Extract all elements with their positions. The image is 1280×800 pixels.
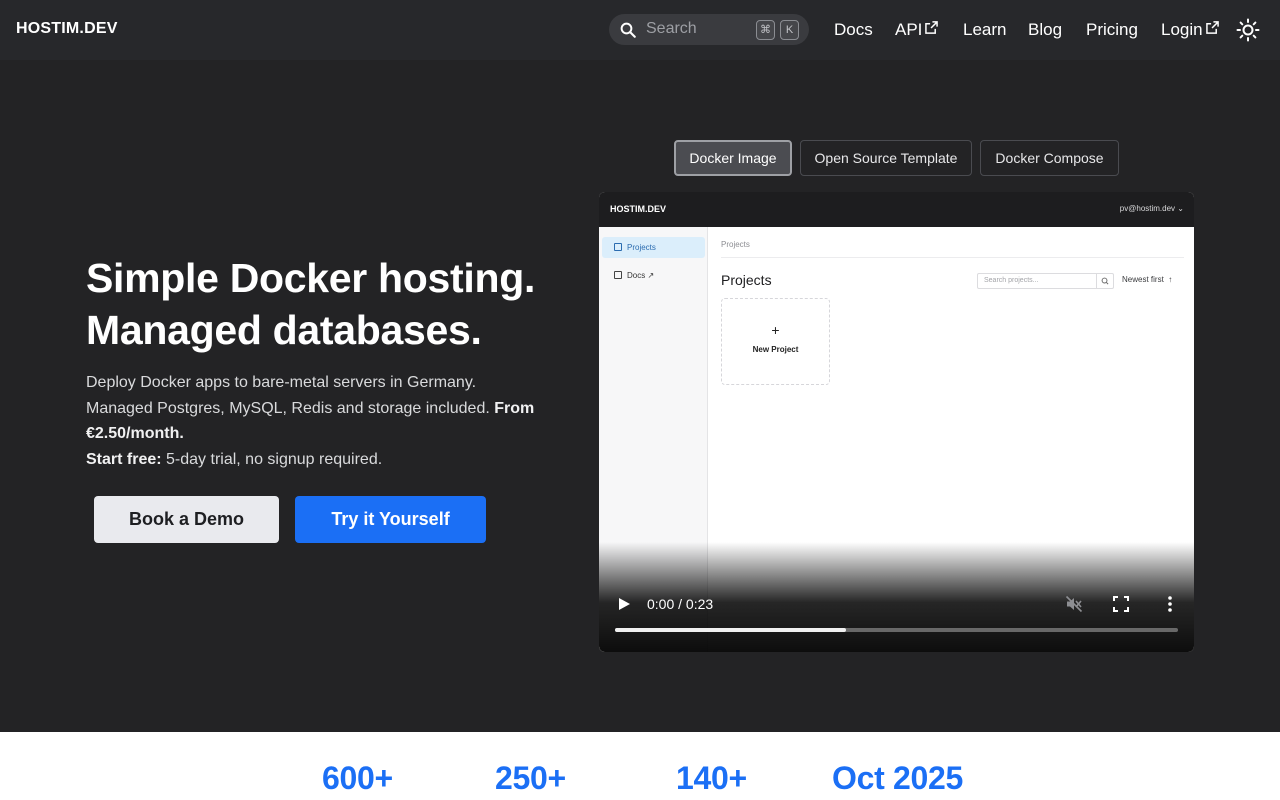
video-app-user: pv@hostim.dev ⌄ [1119,204,1184,213]
hero-trial-label: Start free: [86,450,162,468]
hero-trial-text: 5-day trial, no signup required. [166,450,383,468]
stat-value: 600+ [322,760,393,796]
video-new-project-card: + New Project [721,298,830,385]
sun-icon[interactable] [1236,18,1260,42]
shortcut-key-cmd: ⌘ [756,20,775,40]
tab-open-source-template[interactable]: Open Source Template [800,140,972,176]
video-app-header: HOSTIM.DEV pv@hostim.dev ⌄ [599,192,1194,227]
hero-title-line-2: Managed databases. [86,307,482,353]
external-link-icon [925,21,939,34]
top-nav: HOSTIM.DEV Search ⌘ K Docs API Learn Blo… [0,0,1280,60]
demo-video[interactable]: HOSTIM.DEV pv@hostim.dev ⌄ Projects Docs… [599,192,1194,652]
hero-desc-line-1: Deploy Docker apps to bare-metal servers… [86,374,477,391]
nav-link-blog[interactable]: Blog [1028,20,1062,40]
video-sidebar-item-projects: Projects [602,237,705,258]
nav-link-login[interactable]: Login [1161,20,1219,40]
fullscreen-icon[interactable] [1113,596,1129,612]
video-search-input: Search projects... [977,273,1114,289]
tab-docker-image[interactable]: Docker Image [674,140,792,176]
video-breadcrumb: Projects [721,240,750,249]
hero-description: Deploy Docker apps to bare-metal servers… [86,370,556,472]
video-buffered-bar [615,628,846,632]
book-demo-button[interactable]: Book a Demo [94,496,279,543]
video-search-icon [1096,274,1109,288]
shortcut-key-k: K [780,20,799,40]
more-options-icon[interactable] [1167,595,1173,613]
search-placeholder: Search [646,20,697,37]
video-app-brand: HOSTIM.DEV [610,204,667,214]
try-it-yourself-button[interactable]: Try it Yourself [295,496,486,543]
nav-link-api[interactable]: API [895,20,939,40]
muted-icon[interactable] [1065,595,1083,613]
search-box[interactable]: Search ⌘ K [609,14,809,45]
stat-value: Oct 2025 [832,760,964,796]
nav-link-pricing[interactable]: Pricing [1086,20,1138,40]
play-icon[interactable] [617,597,631,611]
nav-link-docs[interactable]: Docs [834,20,873,40]
external-link-icon [1205,21,1219,34]
hero-desc-line-2: Managed Postgres, MySQL, Redis and stora… [86,399,490,417]
video-sidebar-item-docs: Docs ↗ [627,271,655,280]
brand-logo[interactable]: HOSTIM.DEV [16,20,118,38]
stat-value: 140+ [676,760,747,796]
stats-strip: 600+ 250+ 140+ Oct 2025 [0,732,1280,800]
video-page-heading: Projects [721,272,772,288]
nav-link-learn[interactable]: Learn [963,20,1006,40]
tab-docker-compose[interactable]: Docker Compose [980,140,1119,176]
video-progress-bar[interactable] [615,628,1178,632]
search-icon [620,22,636,38]
plus-icon: + [771,322,780,338]
video-divider [721,257,1184,258]
hero-title: Simple Docker hosting. Managed databases… [86,252,535,356]
docs-icon [614,271,622,279]
hero-title-line-1: Simple Docker hosting. [86,255,536,301]
projects-icon [614,243,622,251]
stat-value: 250+ [495,760,566,796]
video-new-project-label: New Project [752,345,799,354]
video-sort-dropdown: Newest first ↑ [1122,275,1173,284]
video-time: 0:00 / 0:23 [647,596,714,612]
